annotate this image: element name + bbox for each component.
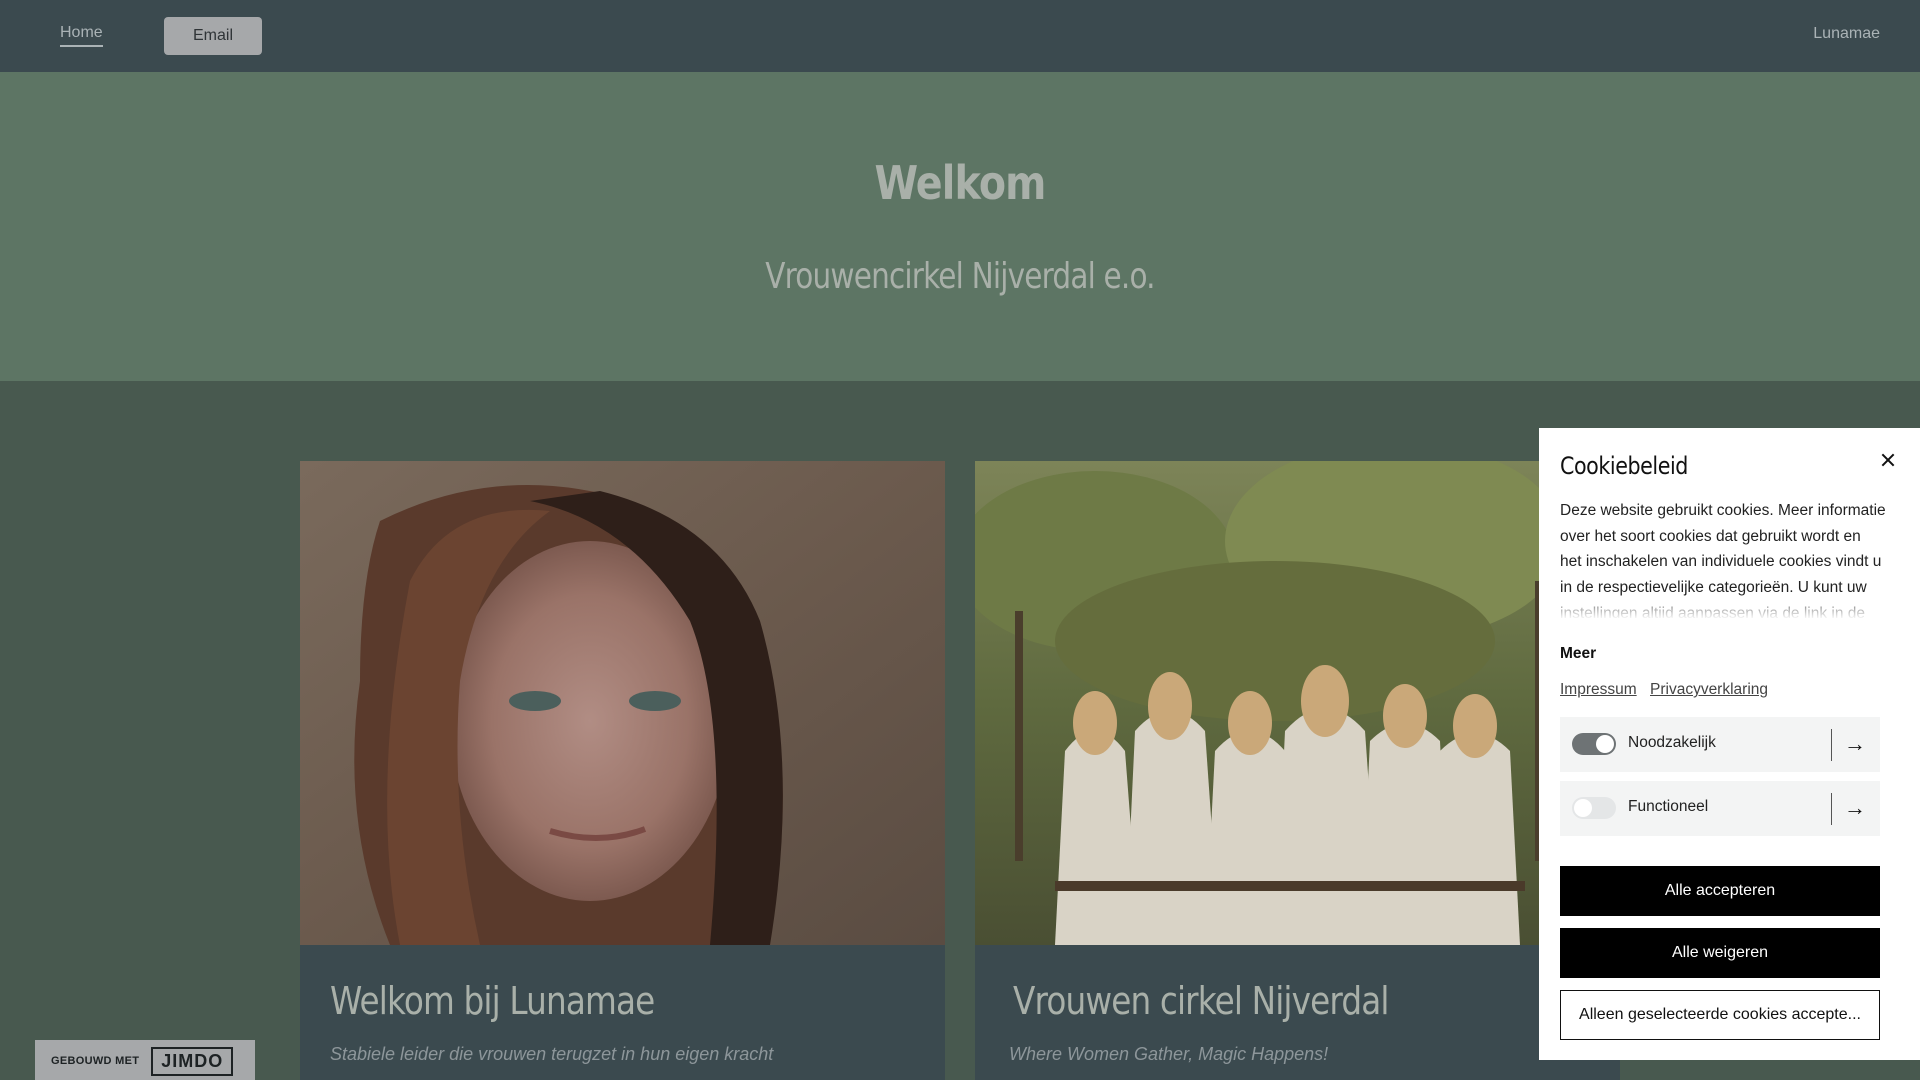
close-icon[interactable]	[1876, 448, 1900, 472]
card-title: Welkom bij Lunamae	[330, 979, 655, 1023]
category-label: Noodzakelijk	[1628, 734, 1716, 751]
arrow-right-icon[interactable]: →	[1844, 795, 1866, 821]
privacy-link[interactable]: Privacyverklaring	[1650, 681, 1768, 699]
category-label: Functioneel	[1628, 798, 1709, 815]
more-heading: Meer	[1560, 645, 1597, 662]
divider	[1831, 729, 1832, 761]
jimdo-logo: JIMDO	[151, 1046, 234, 1076]
nav-brand-link[interactable]: Lunamae	[1813, 25, 1880, 43]
top-navigation: Home Email Lunamae	[0, 0, 1920, 72]
nav-email-button[interactable]: Email	[164, 17, 262, 55]
portrait-photo	[300, 461, 945, 945]
card-subtitle: Where Women Gather, Magic Happens!	[1009, 1044, 1329, 1064]
toggle-knob	[1596, 735, 1614, 753]
women-circle-photo	[975, 461, 1620, 945]
hero-subtitle: Vrouwencirkel Nijverdal e.o.	[765, 256, 1155, 297]
arrow-right-icon[interactable]: →	[1844, 731, 1866, 757]
accept-selected-button[interactable]: Alleen geselecteerde cookies accepte...	[1560, 990, 1880, 1040]
cookie-category-functional: Functioneel →	[1560, 781, 1880, 836]
cookie-dialog: Cookiebeleid Deze website gebruikt cooki…	[1539, 428, 1920, 1060]
cookie-category-necessary: Noodzakelijk →	[1560, 717, 1880, 772]
necessary-toggle[interactable]	[1572, 733, 1616, 755]
card-subtitle: Stabiele leider die vrouwen terugzet in …	[330, 1044, 774, 1064]
card-vrouwen-cirkel[interactable]: Vrouwen cirkel Nijverdal Where Women Gat…	[975, 461, 1620, 1080]
accept-all-button[interactable]: Alle accepteren	[1560, 866, 1880, 916]
hero-section: Welkom Vrouwencirkel Nijverdal e.o.	[0, 72, 1920, 381]
reject-all-button[interactable]: Alle weigeren	[1560, 928, 1880, 978]
impressum-link[interactable]: Impressum	[1560, 681, 1637, 699]
toggle-knob	[1574, 799, 1592, 817]
badge-prefix: GEBOUWD MET	[51, 1055, 140, 1067]
nav-home-link[interactable]: Home	[60, 24, 103, 47]
hero-title: Welkom	[874, 156, 1046, 210]
card-title: Vrouwen cirkel Nijverdal	[1013, 979, 1390, 1023]
jimdo-badge[interactable]: GEBOUWD MET JIMDO	[35, 1040, 255, 1080]
functional-toggle[interactable]	[1572, 797, 1616, 819]
divider	[1831, 793, 1832, 825]
cookie-title: Cookiebeleid	[1560, 452, 1688, 480]
cookie-description[interactable]: Deze website gebruikt cookies. Meer info…	[1560, 498, 1886, 618]
card-welkom[interactable]: Welkom bij Lunamae Stabiele leider die v…	[300, 461, 945, 1080]
